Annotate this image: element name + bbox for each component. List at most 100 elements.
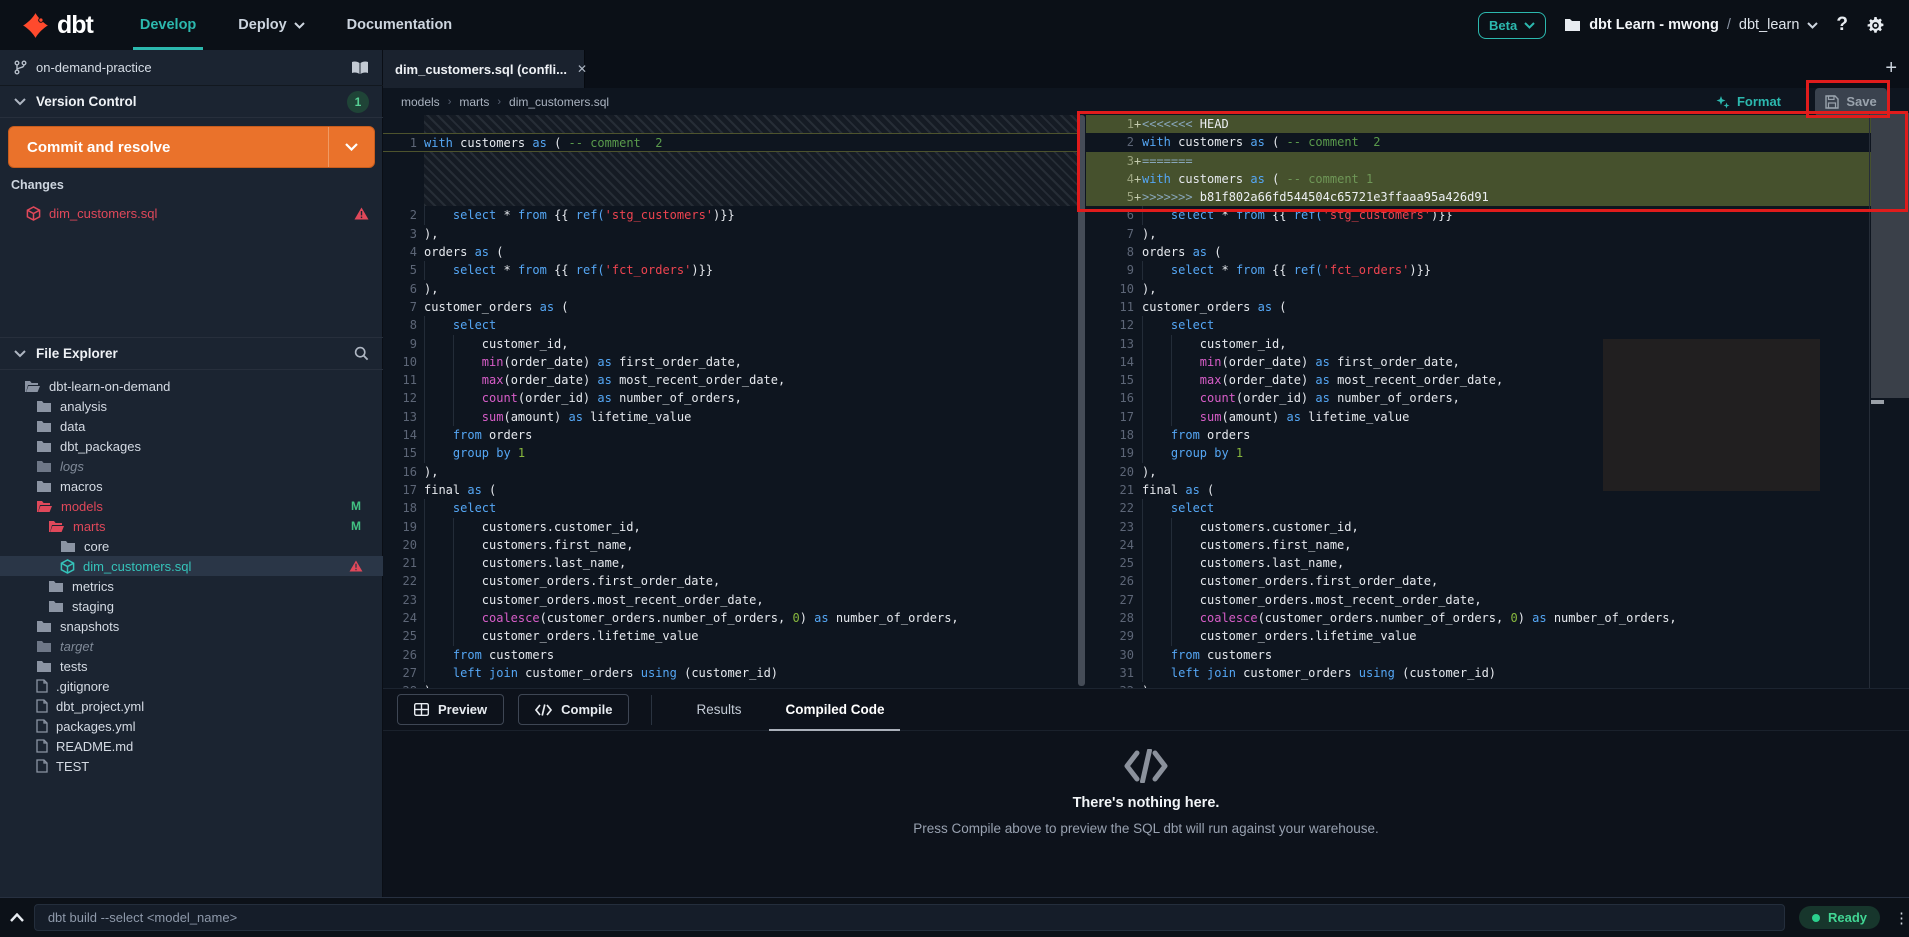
tree-item-dbt-packages[interactable]: dbt_packages: [0, 436, 383, 456]
tab-compiled-code[interactable]: Compiled Code: [763, 689, 906, 731]
dbt-logo[interactable]: dbt: [0, 11, 119, 40]
code-line[interactable]: 1+<<<<<<< HEAD: [1086, 115, 1909, 133]
code-line[interactable]: 12select: [1086, 316, 1909, 334]
code-line[interactable]: 24customers.first_name,: [1086, 536, 1909, 554]
changed-file-row[interactable]: dim_customers.sql: [0, 202, 383, 224]
code-line[interactable]: 9customer_id,: [383, 335, 1078, 353]
left-editor[interactable]: 1with customers as ( -- comment 2 2select…: [383, 115, 1078, 688]
code-line[interactable]: 5select * from {{ ref('fct_orders')}}: [383, 261, 1078, 279]
chevron-up-icon[interactable]: [0, 913, 34, 922]
gear-icon[interactable]: [1866, 16, 1885, 35]
tree-item-target[interactable]: target: [0, 636, 383, 656]
code-line[interactable]: 25customers.last_name,: [1086, 554, 1909, 572]
commit-dropdown-chevron[interactable]: [328, 127, 374, 167]
code-line[interactable]: 2with customers as ( -- comment 2: [1086, 133, 1909, 151]
nav-develop[interactable]: Develop: [119, 0, 217, 50]
code-line[interactable]: 13sum(amount) as lifetime_value: [383, 408, 1078, 426]
code-line[interactable]: 6),: [383, 280, 1078, 298]
tab-close-icon[interactable]: ✕: [577, 62, 587, 76]
code-line[interactable]: 30from customers: [1086, 646, 1909, 664]
editor-tab[interactable]: dim_customers.sql (confli... ✕: [383, 50, 585, 88]
code-line[interactable]: 27left join customer_orders using (custo…: [383, 664, 1078, 682]
code-line[interactable]: 10min(order_date) as first_order_date,: [383, 353, 1078, 371]
tree-item-metrics[interactable]: metrics: [0, 576, 383, 596]
tree-item-marts[interactable]: martsM: [0, 516, 383, 536]
code-line[interactable]: 22customer_orders.first_order_date,: [383, 572, 1078, 590]
code-line[interactable]: 24coalesce(customer_orders.number_of_ord…: [383, 609, 1078, 627]
tree-item-core[interactable]: core: [0, 536, 383, 556]
tree-item-macros[interactable]: macros: [0, 476, 383, 496]
code-line[interactable]: 4+with customers as ( -- comment 1: [1086, 170, 1909, 188]
tree-item-readme-md[interactable]: README.md: [0, 736, 383, 756]
tree-item-dim-customers-sql[interactable]: dim_customers.sql: [0, 556, 383, 576]
code-line[interactable]: 20customers.first_name,: [383, 536, 1078, 554]
breadcrumb-marts[interactable]: marts: [459, 95, 489, 109]
code-line[interactable]: 27customer_orders.most_recent_order_date…: [1086, 591, 1909, 609]
version-control-section-header[interactable]: Version Control 1: [0, 86, 383, 118]
code-line[interactable]: 5+>>>>>>> b81f802a66fd544504c65721e3ffaa…: [1086, 188, 1909, 206]
code-line[interactable]: 19customers.customer_id,: [383, 518, 1078, 536]
save-button[interactable]: Save: [1815, 88, 1887, 116]
code-line[interactable]: 4orders as (: [383, 243, 1078, 261]
nav-documentation[interactable]: Documentation: [326, 0, 474, 50]
tree-item-test[interactable]: TEST: [0, 756, 383, 776]
right-editor-scrollbar[interactable]: [1871, 113, 1909, 398]
commit-and-resolve-button[interactable]: Commit and resolve: [8, 126, 375, 168]
code-line[interactable]: 1with customers as ( -- comment 2: [383, 133, 1078, 151]
tree-item-dbt-learn-on-demand[interactable]: dbt-learn-on-demand: [0, 376, 383, 396]
nav-deploy[interactable]: Deploy: [217, 0, 325, 50]
code-line[interactable]: 6select * from {{ ref('stg_customers')}}: [1086, 206, 1909, 224]
tab-results[interactable]: Results: [674, 689, 763, 731]
command-input[interactable]: [34, 904, 1785, 931]
code-line[interactable]: 21customers.last_name,: [383, 554, 1078, 572]
code-line[interactable]: 8orders as (: [1086, 243, 1909, 261]
preview-button[interactable]: Preview: [397, 694, 504, 725]
format-button[interactable]: Format: [1716, 94, 1781, 109]
code-line[interactable]: 16),: [383, 463, 1078, 481]
code-line[interactable]: 14from orders: [383, 426, 1078, 444]
tree-item-analysis[interactable]: analysis: [0, 396, 383, 416]
project-breadcrumb[interactable]: dbt Learn - mwong / dbt_learn: [1564, 17, 1818, 33]
code-line[interactable]: 31left join customer_orders using (custo…: [1086, 664, 1909, 682]
tree-item-tests[interactable]: tests: [0, 656, 383, 676]
breadcrumb-models[interactable]: models: [401, 95, 440, 109]
new-tab-icon[interactable]: +: [1885, 57, 1897, 80]
code-line[interactable]: 10),: [1086, 280, 1909, 298]
code-line[interactable]: 9select * from {{ ref('fct_orders')}}: [1086, 261, 1909, 279]
tree-item-data[interactable]: data: [0, 416, 383, 436]
code-line[interactable]: 11customer_orders as (: [1086, 298, 1909, 316]
branch-row[interactable]: on-demand-practice: [0, 50, 383, 86]
tree-item-staging[interactable]: staging: [0, 596, 383, 616]
code-line[interactable]: 28coalesce(customer_orders.number_of_ord…: [1086, 609, 1909, 627]
code-line[interactable]: 29customer_orders.lifetime_value: [1086, 627, 1909, 645]
code-line[interactable]: 23customer_orders.most_recent_order_date…: [383, 591, 1078, 609]
code-line[interactable]: 11max(order_date) as most_recent_order_d…: [383, 371, 1078, 389]
code-line[interactable]: 7customer_orders as (: [383, 298, 1078, 316]
scrollbar-thumb[interactable]: [1871, 400, 1884, 404]
code-line[interactable]: 22select: [1086, 499, 1909, 517]
file-explorer-section-header[interactable]: File Explorer: [0, 337, 383, 370]
code-line[interactable]: 25customer_orders.lifetime_value: [383, 627, 1078, 645]
book-icon[interactable]: [351, 61, 369, 75]
tree-item-packages-yml[interactable]: packages.yml: [0, 716, 383, 736]
help-icon[interactable]: ?: [1836, 14, 1848, 36]
code-line[interactable]: 3+=======: [1086, 152, 1909, 170]
code-line[interactable]: 23customers.customer_id,: [1086, 518, 1909, 536]
code-line[interactable]: 17final as (: [383, 481, 1078, 499]
code-line[interactable]: 8select: [383, 316, 1078, 334]
code-line[interactable]: 26from customers: [383, 646, 1078, 664]
tree-item-logs[interactable]: logs: [0, 456, 383, 476]
code-line[interactable]: 2select * from {{ ref('stg_customers')}}: [383, 206, 1078, 224]
tree-item-snapshots[interactable]: snapshots: [0, 616, 383, 636]
code-line[interactable]: 26customer_orders.first_order_date,: [1086, 572, 1909, 590]
code-line[interactable]: 18select: [383, 499, 1078, 517]
ready-status-badge[interactable]: Ready: [1799, 906, 1880, 929]
breadcrumb-file[interactable]: dim_customers.sql: [509, 95, 609, 109]
tree-item-models[interactable]: modelsM: [0, 496, 383, 516]
left-editor-scrollbar[interactable]: [1078, 115, 1085, 686]
beta-badge[interactable]: Beta: [1478, 12, 1546, 39]
code-line[interactable]: 7),: [1086, 225, 1909, 243]
compile-button[interactable]: Compile: [518, 694, 629, 725]
tree-item-dbt-project-yml[interactable]: dbt_project.yml: [0, 696, 383, 716]
code-line[interactable]: 15group by 1: [383, 444, 1078, 462]
